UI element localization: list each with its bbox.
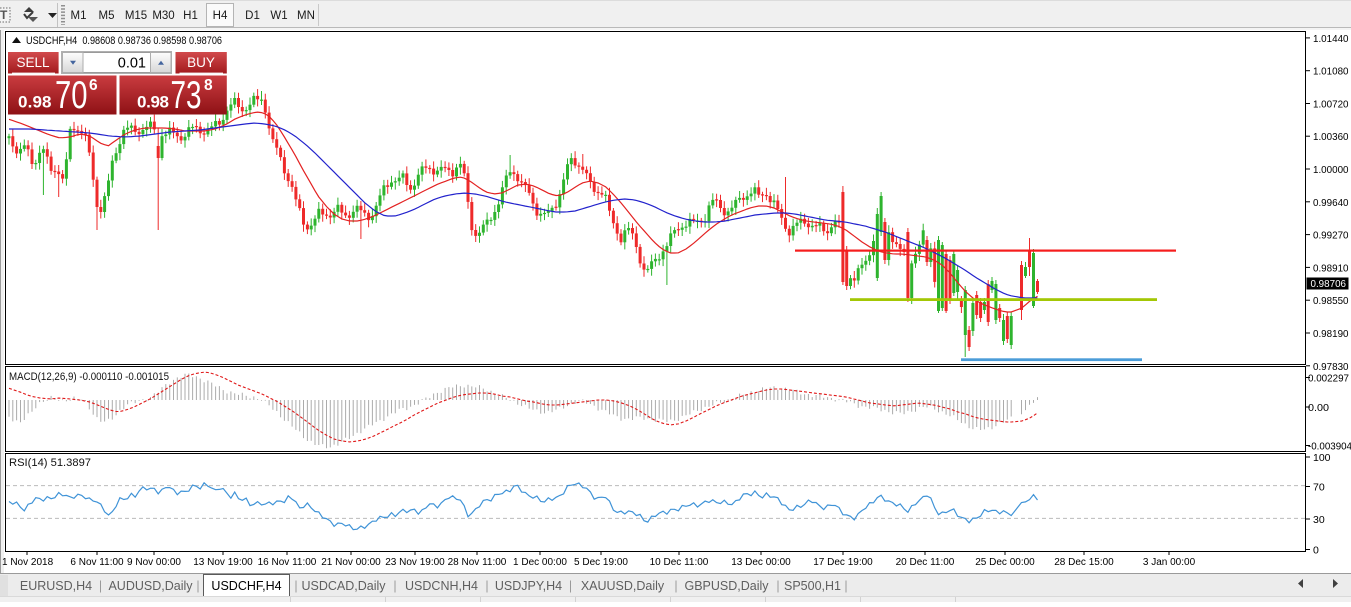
svg-text:H1: H1 [183, 10, 198, 22]
svg-text:|: | [776, 579, 779, 593]
svg-text:0.002297: 0.002297 [1308, 373, 1349, 385]
svg-text:70: 70 [55, 74, 88, 117]
svg-text:XAUUSD,Daily: XAUUSD,Daily [581, 579, 665, 593]
svg-text:1.00720: 1.00720 [1313, 99, 1349, 111]
svg-text:1.00000: 1.00000 [1313, 164, 1349, 176]
svg-text:0.98: 0.98 [137, 93, 169, 112]
svg-text:0.98706: 0.98706 [1311, 278, 1347, 290]
svg-text:|: | [844, 579, 847, 593]
svg-text:|: | [196, 579, 199, 593]
svg-text:21 Nov 00:00: 21 Nov 00:00 [321, 557, 381, 568]
svg-text:1.01080: 1.01080 [1313, 66, 1349, 78]
svg-text:10 Dec 11:00: 10 Dec 11:00 [650, 557, 709, 568]
svg-text:|: | [294, 579, 297, 593]
svg-text:5 Dec 19:00: 5 Dec 19:00 [574, 557, 628, 568]
svg-text:H4: H4 [213, 10, 228, 22]
svg-text:MN: MN [297, 10, 315, 22]
svg-text:T: T [0, 8, 8, 22]
svg-text:|: | [99, 579, 102, 593]
svg-text:3 Jan 00:00: 3 Jan 00:00 [1143, 557, 1196, 568]
svg-text:USDCNH,H4: USDCNH,H4 [405, 579, 478, 593]
svg-text:SELL: SELL [16, 55, 50, 70]
svg-text:0.99640: 0.99640 [1313, 197, 1349, 209]
svg-text:17 Dec 19:00: 17 Dec 19:00 [813, 557, 873, 568]
svg-text:28 Dec 15:00: 28 Dec 15:00 [1054, 557, 1114, 568]
svg-text:0.98910: 0.98910 [1313, 262, 1349, 274]
svg-text:6: 6 [89, 77, 98, 94]
svg-text:0.98: 0.98 [18, 93, 52, 112]
svg-text:0.99270: 0.99270 [1313, 230, 1349, 242]
svg-text:|: | [674, 579, 677, 593]
svg-text:0.98190: 0.98190 [1313, 328, 1349, 340]
svg-text:|: | [393, 579, 396, 593]
svg-text:9 Nov 00:00: 9 Nov 00:00 [127, 557, 181, 568]
svg-text:20 Dec 11:00: 20 Dec 11:00 [896, 557, 955, 568]
svg-text:0.01: 0.01 [118, 56, 146, 72]
svg-text:EURUSD,H4: EURUSD,H4 [20, 579, 92, 593]
svg-text:1.01440: 1.01440 [1313, 33, 1349, 45]
svg-text:MACD(12,26,9) -0.000110 -0.001: MACD(12,26,9) -0.000110 -0.001015 [9, 371, 169, 383]
svg-text:-0.003904: -0.003904 [1308, 441, 1351, 453]
svg-text:8: 8 [204, 77, 213, 94]
svg-text:RSI(14) 51.3897: RSI(14) 51.3897 [9, 457, 91, 469]
svg-text:0: 0 [1313, 545, 1319, 557]
svg-text:70: 70 [1313, 482, 1325, 494]
svg-text:1.00360: 1.00360 [1313, 131, 1349, 143]
svg-text:30: 30 [1313, 514, 1325, 526]
svg-text:AUDUSD,Daily: AUDUSD,Daily [108, 579, 193, 593]
svg-text:SP500,H1: SP500,H1 [784, 579, 841, 593]
svg-text:13 Dec 00:00: 13 Dec 00:00 [731, 557, 791, 568]
svg-text:W1: W1 [270, 10, 287, 22]
svg-text:0.97830: 0.97830 [1313, 361, 1349, 373]
svg-text:0.98550: 0.98550 [1313, 295, 1349, 307]
svg-text:1 Dec 00:00: 1 Dec 00:00 [513, 557, 567, 568]
svg-text:D1: D1 [245, 10, 260, 22]
svg-text:USDJPY,H4: USDJPY,H4 [495, 579, 562, 593]
svg-text:23 Nov 19:00: 23 Nov 19:00 [385, 557, 445, 568]
svg-text:|: | [569, 579, 572, 593]
svg-text:25 Dec 00:00: 25 Dec 00:00 [975, 557, 1035, 568]
svg-text:28 Nov 11:00: 28 Nov 11:00 [448, 557, 507, 568]
svg-text:M1: M1 [71, 10, 87, 22]
svg-text:M15: M15 [125, 10, 147, 22]
svg-text:GBPUSD,Daily: GBPUSD,Daily [684, 579, 769, 593]
svg-text:BUY: BUY [187, 55, 215, 70]
svg-text:USDCHF,H4 0.98608 0.98736 0.9: USDCHF,H4 0.98608 0.98736 0.98598 0.9870… [26, 35, 222, 47]
svg-text:M5: M5 [99, 10, 115, 22]
svg-text:USDCAD,Daily: USDCAD,Daily [301, 579, 386, 593]
svg-text:1 Nov 2018: 1 Nov 2018 [2, 557, 54, 568]
svg-text:USDCHF,H4: USDCHF,H4 [211, 579, 281, 593]
svg-text:|: | [485, 579, 488, 593]
svg-text:0.00: 0.00 [1308, 402, 1329, 414]
svg-text:13 Nov 19:00: 13 Nov 19:00 [193, 557, 253, 568]
svg-text:M30: M30 [152, 10, 174, 22]
svg-text:6 Nov 11:00: 6 Nov 11:00 [70, 557, 124, 568]
svg-text:73: 73 [171, 74, 202, 117]
svg-text:16 Nov 11:00: 16 Nov 11:00 [258, 557, 317, 568]
svg-text:100: 100 [1313, 452, 1331, 464]
